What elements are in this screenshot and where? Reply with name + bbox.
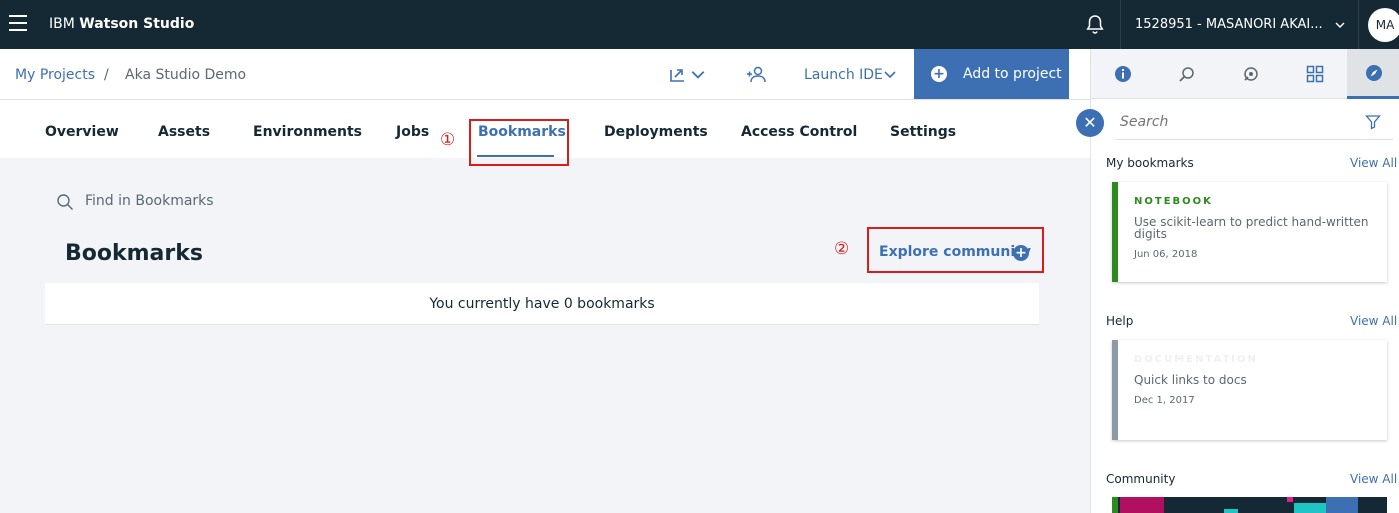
chevron-down-icon[interactable] bbox=[690, 64, 706, 84]
section-title-my-bookmarks: My bookmarks bbox=[1106, 156, 1194, 170]
view-all-community-link[interactable]: View All bbox=[1350, 472, 1397, 486]
side-panel-search-input[interactable] bbox=[1115, 106, 1345, 138]
breadcrumb-my-projects[interactable]: My Projects bbox=[15, 67, 95, 83]
brand-logo[interactable]: IBM Watson Studio bbox=[49, 16, 194, 32]
grid-apps-icon bbox=[1306, 65, 1324, 83]
tab-access-control[interactable]: Access Control bbox=[741, 124, 857, 140]
launch-ide-button[interactable]: Launch IDE bbox=[804, 67, 883, 83]
search-icon bbox=[57, 194, 73, 210]
brand-name: Watson Studio bbox=[79, 16, 195, 32]
bookmark-card[interactable]: NOTEBOOK Use scikit-learn to predict han… bbox=[1112, 182, 1387, 282]
add-collaborator-icon[interactable] bbox=[746, 64, 766, 84]
top-bar: IBM Watson Studio 1528951 - MASANORI AKA… bbox=[0, 0, 1399, 49]
project-header: My Projects / Aka Studio Demo Launch IDE… bbox=[0, 49, 1090, 100]
add-to-project-label: Add to project bbox=[963, 66, 1062, 82]
side-panel-tabs bbox=[1091, 49, 1399, 99]
tab-jobs[interactable]: Jobs bbox=[396, 124, 429, 140]
page-title: Bookmarks bbox=[65, 241, 203, 266]
brand-prefix: IBM bbox=[49, 16, 75, 32]
plus-icon: + bbox=[931, 66, 947, 82]
side-tab-info[interactable] bbox=[1091, 49, 1155, 99]
card-type-strip bbox=[1112, 497, 1118, 513]
tab-settings[interactable]: Settings bbox=[890, 124, 956, 140]
notification-bell-icon[interactable] bbox=[1083, 13, 1107, 37]
filter-icon[interactable] bbox=[1365, 114, 1381, 130]
card-title: Use scikit-learn to predict hand-written… bbox=[1134, 215, 1369, 241]
explore-community-link[interactable]: Explore community bbox=[879, 244, 1031, 260]
thumbnail-block bbox=[1326, 497, 1358, 513]
annotation-marker-2: ② bbox=[834, 239, 850, 259]
side-panel-search bbox=[1115, 106, 1393, 140]
section-title-community: Community bbox=[1106, 472, 1176, 486]
community-icon bbox=[1244, 67, 1258, 81]
view-all-bookmarks-link[interactable]: View All bbox=[1350, 156, 1397, 170]
card-type-strip bbox=[1112, 182, 1118, 282]
side-tab-community[interactable] bbox=[1219, 49, 1283, 99]
info-icon bbox=[1115, 66, 1131, 82]
breadcrumb-current-project: Aka Studio Demo bbox=[125, 67, 247, 83]
topbar-divider bbox=[1120, 0, 1121, 49]
card-type-strip bbox=[1112, 340, 1118, 440]
account-switcher[interactable]: 1528951 - MASANORI AKAI... bbox=[1135, 17, 1323, 32]
tab-overview[interactable]: Overview bbox=[45, 124, 119, 140]
card-date: Jun 06, 2018 bbox=[1134, 249, 1198, 260]
chevron-down-icon[interactable] bbox=[1333, 18, 1347, 32]
thumbnail-block bbox=[1294, 503, 1326, 513]
annotation-marker-1: ① bbox=[440, 130, 456, 150]
empty-bookmarks-panel: You currently have 0 bookmarks bbox=[45, 283, 1039, 325]
plus-circle-icon[interactable]: + bbox=[1013, 245, 1029, 261]
breadcrumb-separator: / bbox=[104, 67, 109, 83]
section-title-help: Help bbox=[1106, 314, 1134, 328]
annotation-box-bookmarks-tab bbox=[469, 119, 569, 166]
card-kind: DOCUMENTATION bbox=[1134, 354, 1258, 365]
avatar[interactable]: MA bbox=[1368, 8, 1399, 42]
search-assets-icon bbox=[1179, 67, 1194, 82]
hamburger-menu-icon[interactable] bbox=[9, 15, 27, 31]
thumbnail-block bbox=[1224, 509, 1238, 513]
tab-deployments[interactable]: Deployments bbox=[604, 124, 708, 140]
view-all-help-link[interactable]: View All bbox=[1350, 314, 1397, 328]
topbar-divider bbox=[1358, 0, 1359, 49]
thumbnail-block bbox=[1287, 497, 1293, 502]
side-tab-bookmarks[interactable] bbox=[1347, 49, 1399, 99]
thumbnail-block bbox=[1120, 497, 1164, 513]
card-title: Quick links to docs bbox=[1134, 373, 1247, 387]
card-date: Dec 1, 2017 bbox=[1134, 395, 1195, 406]
share-export-icon[interactable] bbox=[668, 64, 688, 84]
tab-environments[interactable]: Environments bbox=[253, 124, 362, 140]
find-in-bookmarks-input[interactable]: Find in Bookmarks bbox=[85, 193, 214, 209]
chevron-down-icon[interactable] bbox=[883, 68, 897, 82]
compass-icon bbox=[1365, 64, 1382, 81]
add-to-project-button[interactable]: + Add to project bbox=[914, 49, 1069, 99]
community-card-thumbnail[interactable] bbox=[1112, 497, 1387, 513]
side-tab-apps[interactable] bbox=[1283, 49, 1347, 99]
side-tab-search-assets[interactable] bbox=[1155, 49, 1219, 99]
tab-assets[interactable]: Assets bbox=[158, 124, 210, 140]
card-kind: NOTEBOOK bbox=[1134, 196, 1213, 207]
empty-state-message: You currently have 0 bookmarks bbox=[429, 296, 655, 312]
close-panel-button[interactable]: ✕ bbox=[1076, 109, 1104, 137]
help-card[interactable]: DOCUMENTATION Quick links to docs Dec 1,… bbox=[1112, 340, 1387, 440]
